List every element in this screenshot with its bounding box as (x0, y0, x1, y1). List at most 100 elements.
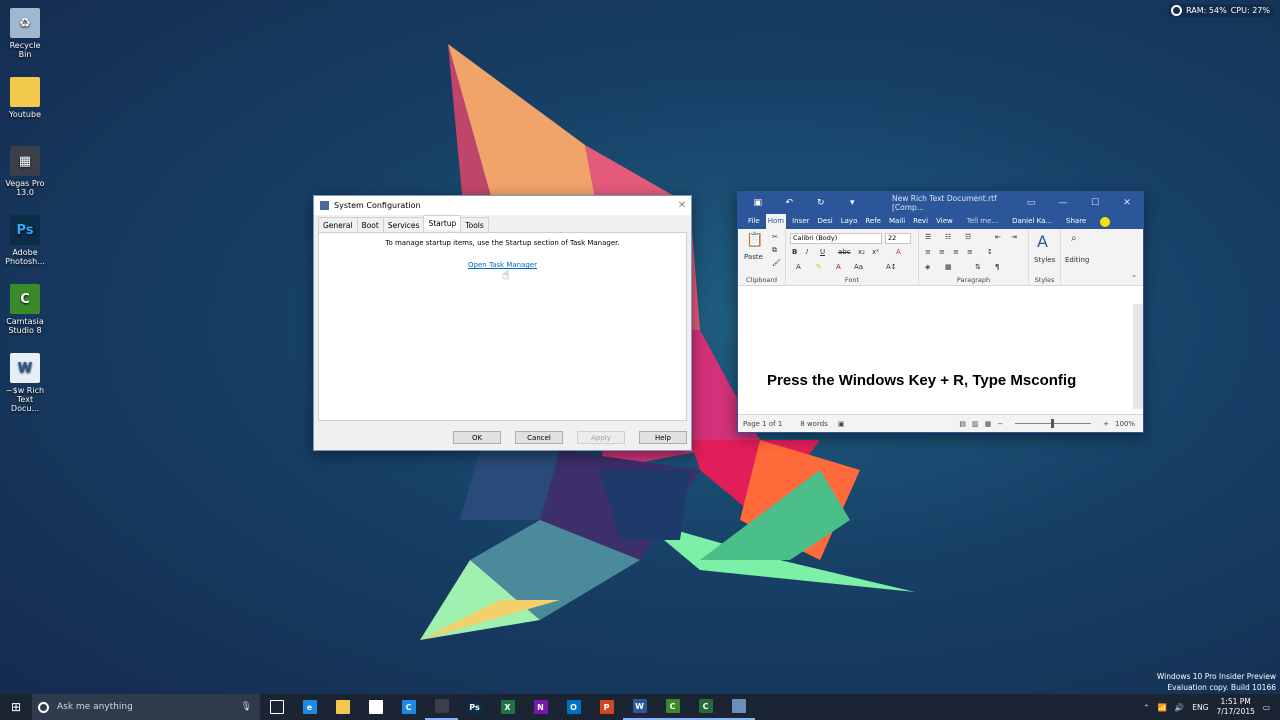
msconfig-title-bar[interactable]: System Configuration ✕ (314, 196, 691, 215)
cancel-button[interactable]: Cancel (515, 431, 563, 444)
ok-button[interactable]: OK (453, 431, 501, 444)
tab-mailings[interactable]: Maili (887, 214, 907, 229)
shading-icon[interactable]: ◈ (925, 263, 930, 271)
page-count[interactable]: Page 1 of 1 (743, 420, 782, 428)
resource-monitor[interactable]: RAM: 54% CPU: 27% (1167, 4, 1274, 17)
zoom-in-icon[interactable]: + (1103, 420, 1109, 428)
taskbar-file-explorer[interactable] (326, 694, 359, 720)
tab-general[interactable]: General (318, 217, 358, 232)
format-painter-icon[interactable]: 🖌 (772, 259, 781, 267)
taskbar-powerpoint[interactable]: P (590, 694, 623, 720)
taskbar-excel[interactable]: X (491, 694, 524, 720)
web-layout-icon[interactable]: ▦ (985, 420, 992, 428)
sort-icon[interactable]: ⇅ (975, 263, 981, 271)
borders-icon[interactable]: ▦ (945, 263, 952, 271)
tab-home[interactable]: Hom (765, 214, 787, 229)
word-count[interactable]: 8 words (800, 420, 828, 428)
redo-icon[interactable]: ↻ (815, 198, 827, 208)
language-indicator[interactable]: ENG (1192, 703, 1208, 712)
taskbar-msconfig[interactable] (722, 694, 755, 720)
tell-me-box[interactable]: Tell me... (965, 214, 1000, 229)
font-color-icon[interactable]: A (836, 263, 841, 271)
minimize-icon[interactable]: — (1047, 198, 1079, 208)
find-icon[interactable]: ⌕ (1071, 233, 1077, 244)
styles-button[interactable]: Styles (1034, 256, 1055, 264)
desktop-icon-vegas[interactable]: ▦ Vegas Pro 13.0 (2, 146, 48, 197)
start-button[interactable]: ⊞ (0, 694, 32, 720)
tab-references[interactable]: Refe (863, 214, 883, 229)
zoom-out-icon[interactable]: − (997, 420, 1003, 428)
taskbar-camtasia-recorder[interactable]: C (392, 694, 425, 720)
styles-icon[interactable]: A (1037, 232, 1048, 251)
desktop-icon-youtube[interactable]: Youtube (2, 77, 48, 119)
highlight-icon[interactable]: ✎ (816, 263, 822, 271)
taskbar-camtasia[interactable]: C (656, 694, 689, 720)
numbering-icon[interactable]: ☷ (945, 233, 951, 241)
grow-font-icon[interactable]: A↕ (886, 263, 897, 271)
paste-icon[interactable]: 📋 (746, 232, 763, 248)
italic-icon[interactable]: I (806, 248, 808, 256)
customize-qat-icon[interactable]: ▾ (847, 198, 859, 208)
word-title-bar[interactable]: ▣ ↶ ↻ ▾ New Rich Text Document.rtf [Comp… (738, 192, 1143, 214)
collapse-ribbon-icon[interactable]: ⌃ (1131, 274, 1137, 282)
tab-services[interactable]: Services (382, 217, 425, 232)
proofing-icon[interactable]: ▣ (838, 420, 845, 428)
tab-insert[interactable]: Inser (790, 214, 811, 229)
tab-boot[interactable]: Boot (356, 217, 384, 232)
font-name-select[interactable]: Calibri (Body) (790, 233, 882, 244)
bold-icon[interactable]: B (792, 248, 797, 256)
read-mode-icon[interactable]: ▤ (959, 420, 966, 428)
tab-view[interactable]: View (934, 214, 955, 229)
apply-button[interactable]: Apply (577, 431, 625, 444)
microphone-icon[interactable]: 🎙 (241, 702, 252, 712)
network-icon[interactable]: 📶 (1158, 703, 1167, 712)
desktop-icon-camtasia[interactable]: C Camtasia Studio 8 (2, 284, 48, 335)
taskbar-onenote[interactable]: N (524, 694, 557, 720)
text-effects-icon[interactable]: A (796, 263, 801, 271)
cortana-search[interactable]: Ask me anything 🎙 (32, 694, 260, 720)
show-marks-icon[interactable]: ¶ (995, 263, 999, 271)
taskbar-outlook[interactable]: O (557, 694, 590, 720)
user-account[interactable]: Daniel Ka... (1010, 214, 1054, 229)
align-left-icon[interactable]: ≡ (925, 248, 931, 256)
line-spacing-icon[interactable]: ↕ (987, 248, 993, 256)
strikethrough-icon[interactable]: abc (838, 248, 851, 256)
tab-design[interactable]: Desi (815, 214, 834, 229)
desktop-icon-rich-text[interactable]: W ~$w Rich Text Docu... (2, 353, 48, 413)
taskbar-task-view[interactable] (260, 694, 293, 720)
print-layout-icon[interactable]: ▥ (972, 420, 979, 428)
help-button[interactable]: Help (639, 431, 687, 444)
tab-startup[interactable]: Startup (423, 215, 462, 230)
tab-file[interactable]: File (746, 214, 762, 229)
taskbar-camtasia-2[interactable]: C (689, 694, 722, 720)
font-size-select[interactable]: 22 (885, 233, 911, 244)
close-icon[interactable]: ✕ (673, 200, 691, 211)
taskbar-photoshop[interactable]: Ps (458, 694, 491, 720)
decrease-indent-icon[interactable]: ⇤ (995, 233, 1001, 241)
undo-icon[interactable]: ↶ (784, 198, 796, 208)
tab-review[interactable]: Revi (911, 214, 930, 229)
taskbar-word[interactable]: W (623, 694, 656, 720)
maximize-icon[interactable]: ☐ (1079, 198, 1111, 208)
subscript-icon[interactable]: x₂ (858, 248, 865, 256)
superscript-icon[interactable]: x² (872, 248, 879, 256)
cut-icon[interactable]: ✂ (772, 233, 778, 241)
zoom-slider[interactable] (1015, 419, 1092, 428)
copy-icon[interactable]: ⧉ (772, 246, 777, 255)
clear-format-icon[interactable]: A (896, 248, 901, 256)
ribbon-display-icon[interactable]: ▭ (1015, 198, 1047, 208)
justify-icon[interactable]: ≡ (967, 248, 973, 256)
editing-button[interactable]: Editing (1065, 256, 1089, 264)
volume-icon[interactable]: 🔊 (1175, 703, 1184, 712)
action-center-icon[interactable]: ▭ (1263, 703, 1270, 712)
show-hidden-icons-icon[interactable]: ⌃ (1143, 703, 1149, 712)
taskbar-vegas[interactable] (425, 694, 458, 720)
feedback-smiley-icon[interactable] (1100, 216, 1111, 227)
align-right-icon[interactable]: ≡ (953, 248, 959, 256)
underline-icon[interactable]: U (820, 248, 825, 256)
multilevel-icon[interactable]: ☲ (965, 233, 971, 241)
bullets-icon[interactable]: ☰ (925, 233, 931, 241)
tab-layout[interactable]: Layo (839, 214, 860, 229)
document-page[interactable]: Press the Windows Key + R, Type Msconfig (738, 304, 1133, 409)
change-case-icon[interactable]: Aa (854, 263, 863, 271)
